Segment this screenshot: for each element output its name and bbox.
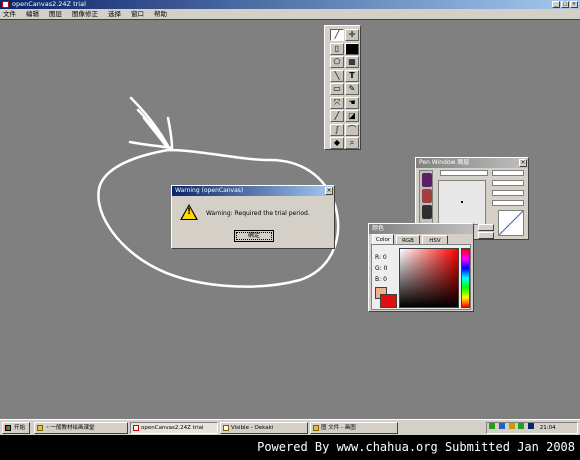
tray-icon-4[interactable] (518, 423, 525, 429)
size-slider[interactable] (440, 170, 488, 176)
color-square-picker[interactable] (399, 248, 459, 308)
curve2-tool-icon[interactable]: ⌒ (345, 123, 359, 136)
footer-credit: Powered By www.chahua.org Submitted Jan … (0, 435, 580, 460)
label-r: R (375, 254, 379, 261)
app-icon (2, 1, 9, 8)
app-icon (223, 425, 229, 431)
tray-icon-3[interactable] (508, 423, 515, 429)
folder-icon (37, 425, 43, 431)
value-r: 0 (382, 254, 387, 261)
clock: 21:04 (539, 425, 556, 431)
rect-select-icon[interactable]: ▭ (330, 83, 344, 95)
bucket-icon[interactable]: ◪ (345, 110, 359, 122)
maximize-button[interactable]: □ (561, 1, 569, 8)
start-button[interactable]: 开始 (2, 422, 30, 434)
warning-icon: ! (180, 204, 198, 220)
transform-icon[interactable]: ⤧ (330, 96, 344, 109)
menu-select[interactable]: 选择 (108, 9, 121, 19)
option-slider-2[interactable] (492, 180, 524, 186)
curve-tool-icon[interactable]: ∫ (330, 123, 344, 136)
text-tool-icon[interactable]: T (345, 69, 359, 82)
rgb-labels: R: 0 G: 0 B: 0 (375, 254, 388, 283)
tray-icon-2[interactable] (498, 423, 505, 429)
label-b: B (375, 276, 380, 283)
eraser-icon[interactable]: ◆ (330, 137, 344, 149)
tray-icon-1[interactable] (489, 423, 495, 429)
warning-dialog-title: Warning (openCanvas) × (172, 186, 334, 196)
ok-small-button[interactable] (478, 224, 494, 231)
option-slider-4[interactable] (492, 200, 524, 206)
task-item-3[interactable]: Visible - Oekaki (220, 422, 308, 434)
scribble-arrow-head (128, 116, 174, 150)
tools-palette: ╱ ✛ ▯ ⬠ ▦ ╲ T ▭ ✎ ⤧ ☚ ╱ ◪ ∫ ⌒ ◆ ⌕ (324, 25, 361, 150)
paint-icon (313, 425, 319, 431)
lasso-tool-icon[interactable]: ⬠ (330, 56, 344, 68)
tray-icon-5[interactable] (528, 423, 534, 429)
menu-edit[interactable]: 编辑 (26, 9, 39, 19)
preview-canvas (438, 180, 486, 225)
fill-tool-icon[interactable] (345, 42, 359, 55)
minimize-button[interactable]: _ (552, 1, 560, 8)
menu-help[interactable]: 帮助 (154, 9, 167, 19)
zoom-icon[interactable]: ⌕ (345, 137, 359, 149)
color-window-title: 颜色 (369, 224, 473, 234)
pen-window-title: Pen Window 图层 × (416, 158, 528, 168)
eyedropper-icon[interactable]: ✎ (345, 83, 359, 95)
current-color-swatch[interactable] (380, 294, 397, 308)
option-slider-1[interactable] (492, 170, 524, 176)
color-window: 颜色 Color RGB HSV R: 0 G: 0 B: 0 (368, 223, 474, 312)
brush-preview-strip (419, 170, 433, 225)
pipette-icon[interactable]: ╱ (330, 110, 344, 122)
cancel-small-button[interactable] (478, 232, 494, 239)
warning-message: Warning: Required the trial period. (206, 210, 310, 217)
curve-graph-icon (498, 210, 524, 236)
close-button[interactable]: × (570, 1, 578, 8)
pressure-curve[interactable] (498, 210, 524, 236)
warning-dialog: Warning (openCanvas) × ! Warning: Requir… (171, 185, 335, 249)
window-buttons: _ □ × (552, 1, 578, 8)
menu-window[interactable]: 窗口 (131, 9, 144, 19)
task-item-1[interactable]: ・一般教材绘画课堂 (34, 422, 128, 434)
menu-bar: 文件 编辑 图层 图像修正 选择 窗口 帮助 (0, 9, 580, 19)
window-title: openCanvas2.24Z trial (12, 0, 86, 8)
option-slider-3[interactable] (492, 190, 524, 196)
menu-image-adjust[interactable]: 图像修正 (72, 9, 98, 19)
brush-tool-icon[interactable]: ▯ (330, 42, 344, 55)
task-item-paint[interactable]: 图 文件 - 画图 (310, 422, 398, 434)
windows-logo-icon (5, 425, 11, 431)
ok-button[interactable]: 确定 (234, 230, 274, 242)
close-icon[interactable]: × (519, 159, 527, 167)
menu-layer[interactable]: 图层 (49, 9, 62, 19)
menu-file[interactable]: 文件 (3, 9, 16, 19)
task-item-opencanvas[interactable]: openCanvas2.24Z trial (130, 422, 218, 434)
taskbar: 开始 ・一般教材绘画课堂 openCanvas2.24Z trial Visib… (0, 419, 580, 435)
line-tool-icon[interactable]: ╲ (330, 69, 344, 82)
workspace-border (0, 19, 580, 20)
scribble-arrow-shaft (129, 96, 170, 149)
pattern-tool-icon[interactable]: ▦ (345, 56, 359, 68)
pen-tool-icon[interactable]: ╱ (330, 29, 344, 41)
move-tool-icon[interactable]: ✛ (345, 29, 359, 41)
hue-slider[interactable] (461, 248, 470, 308)
value-g: 0 (383, 265, 388, 272)
hand-tool-icon[interactable]: ☚ (345, 96, 359, 109)
label-g: G (375, 265, 380, 272)
value-b: 0 (383, 276, 387, 283)
close-icon[interactable]: × (325, 187, 333, 195)
opencanvas-icon (133, 425, 139, 431)
system-tray: 21:04 (486, 422, 578, 434)
window-titlebar: openCanvas2.24Z trial _ □ × (0, 0, 580, 9)
